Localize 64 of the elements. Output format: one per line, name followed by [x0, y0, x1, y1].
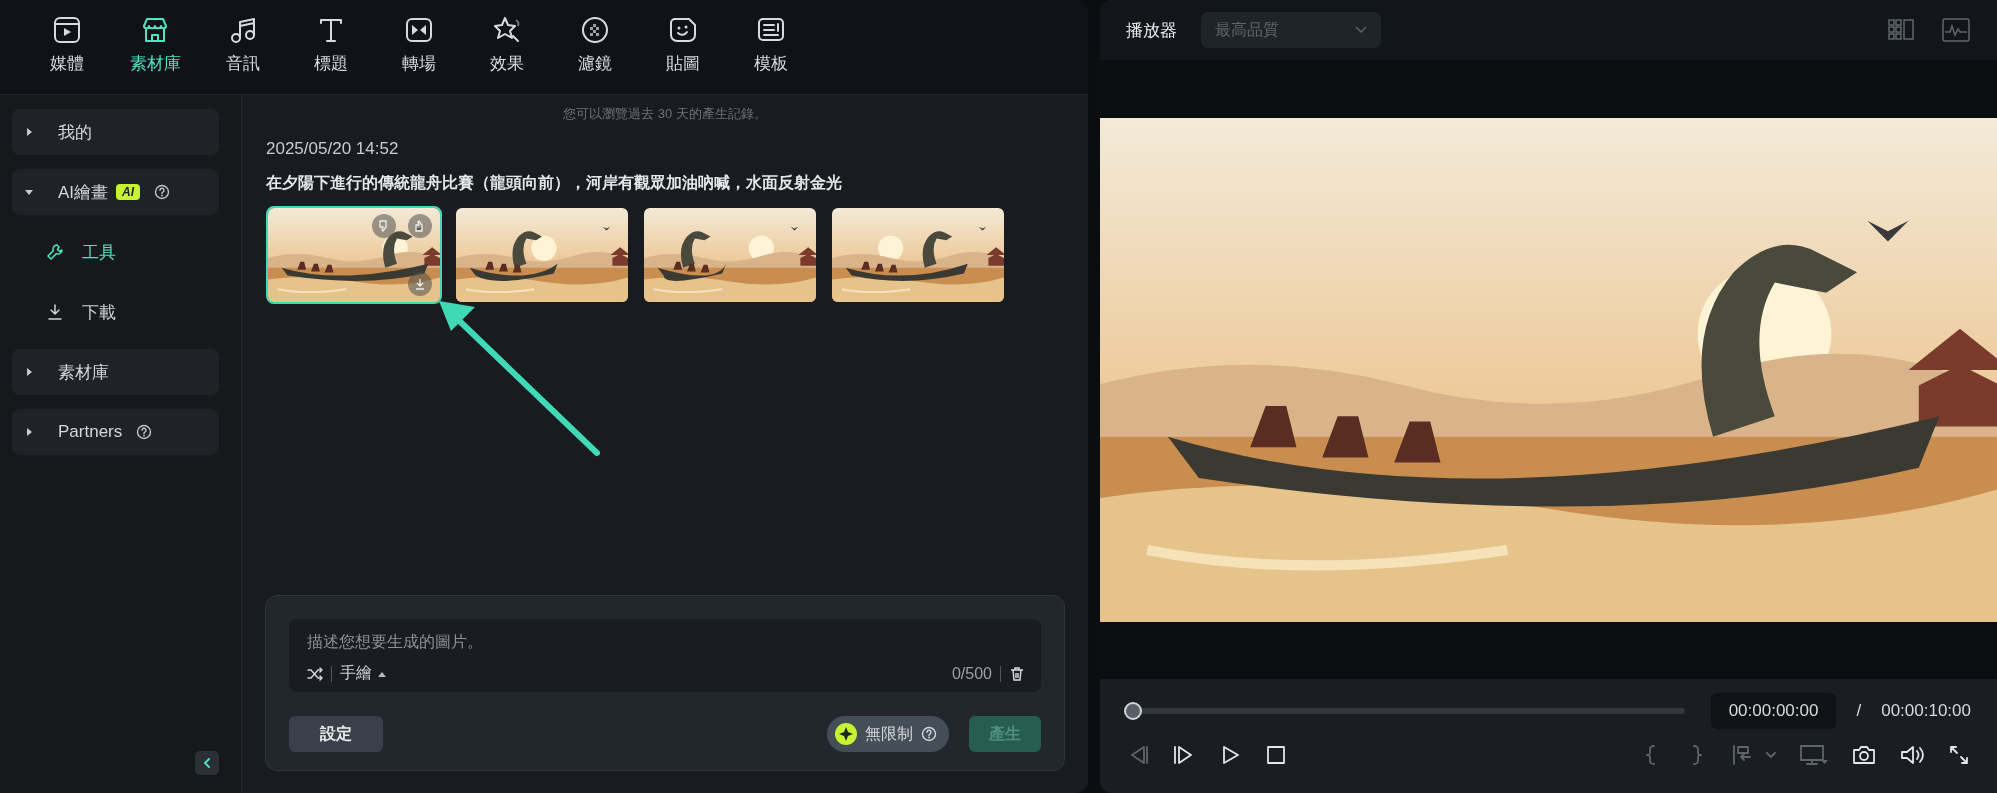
toolbar-tab[interactable]: 標題	[287, 14, 375, 94]
snapshot-button[interactable]	[1851, 743, 1877, 767]
ai-badge: AI	[116, 184, 141, 200]
style-dropdown[interactable]: 手繪	[340, 663, 386, 684]
toolbar-tab[interactable]: 效果	[463, 14, 551, 94]
timestamp: 2025/05/20 14:52	[266, 139, 400, 159]
grid-icon	[1887, 17, 1917, 43]
toolbar-tab[interactable]: 媒體	[23, 14, 111, 94]
download-icon	[46, 303, 64, 321]
character-counter: 0/500	[951, 664, 992, 683]
help-icon	[921, 726, 937, 742]
progress-slider[interactable]	[1126, 702, 1685, 720]
prompt-field[interactable]: 描述您想要生成的圖片。 手繪 0/500	[289, 619, 1041, 692]
total-time: 00:00:10:00	[1881, 701, 1971, 721]
display-button[interactable]	[1799, 743, 1829, 767]
wrench-icon	[46, 243, 64, 261]
trash-icon	[1009, 665, 1025, 682]
stop-button[interactable]	[1264, 743, 1288, 767]
prompt-input[interactable]: 描述您想要生成的圖片。	[307, 629, 1025, 655]
sidebar-item[interactable]: 工具	[0, 223, 116, 281]
collapse-button[interactable]	[195, 751, 219, 775]
sidebar-group[interactable]: AI繪畫 AI	[12, 169, 219, 215]
shuffle-button[interactable]	[307, 665, 323, 682]
toolbar-tab[interactable]: 模板	[727, 14, 815, 94]
volume-icon	[1899, 743, 1925, 767]
waveform-icon	[1941, 17, 1971, 43]
download-button[interactable]	[408, 272, 432, 296]
insert-icon	[1731, 743, 1777, 767]
clear-button[interactable]	[1009, 665, 1025, 682]
stop-icon	[1264, 743, 1288, 767]
sidebar-item[interactable]: 下載	[0, 283, 116, 341]
dislike-button[interactable]	[372, 214, 396, 238]
display-icon	[1799, 743, 1829, 767]
toolbar-tab[interactable]: 濾鏡	[551, 14, 639, 94]
layout-button[interactable]	[1887, 17, 1917, 43]
waveform-button[interactable]	[1941, 17, 1971, 43]
toolbar-tab[interactable]: 音訊	[199, 14, 287, 94]
snapshot-icon	[1851, 743, 1877, 767]
caret-up-icon	[378, 670, 386, 677]
current-time[interactable]: 00:00:00:00	[1710, 693, 1837, 729]
media-icon	[51, 14, 83, 46]
toolbar-tab[interactable]: 貼圖	[639, 14, 727, 94]
filter-icon	[579, 14, 611, 46]
volume-button[interactable]	[1899, 743, 1925, 767]
notice-text: 您可以瀏覽過去 30 天的產生記錄。	[562, 105, 768, 123]
sidebar-group[interactable]: Partners	[12, 409, 219, 455]
insert-button[interactable]	[1731, 743, 1777, 767]
shuffle-icon	[307, 665, 323, 682]
chevron-left-icon	[201, 757, 213, 769]
time-separator: /	[1856, 701, 1862, 721]
toolbar-tab[interactable]: 素材庫	[111, 14, 199, 94]
prompt-text: 在夕陽下進行的傳統龍舟比賽（龍頭向前），河岸有觀眾加油吶喊，水面反射金光	[266, 173, 843, 193]
sidebar-group[interactable]: 素材庫	[12, 349, 219, 395]
sidebar-group[interactable]: 我的	[12, 109, 219, 155]
slider-thumb[interactable]	[1124, 702, 1142, 720]
fullscreen-icon	[1947, 743, 1971, 767]
chevron-down-icon	[1355, 26, 1367, 34]
download-icon	[413, 277, 427, 291]
settings-button[interactable]: 設定	[289, 716, 383, 752]
like-button[interactable]	[408, 214, 432, 238]
credits-pill: 無限制	[827, 716, 949, 752]
toolbar-tab[interactable]: 轉場	[375, 14, 463, 94]
panel-title: 播放器	[1126, 19, 1177, 42]
fullscreen-button[interactable]	[1947, 743, 1971, 767]
